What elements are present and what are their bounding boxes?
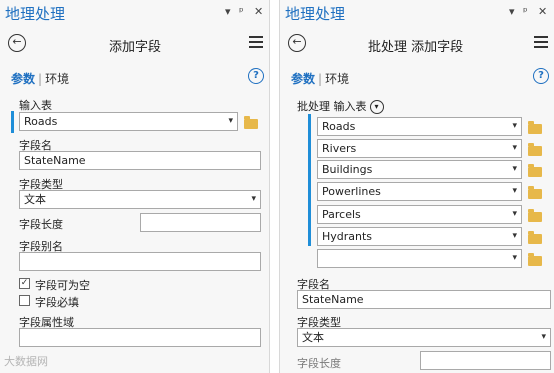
folder-icon[interactable] bbox=[528, 209, 542, 222]
left-pin-icon[interactable]: ᵖ bbox=[239, 5, 244, 18]
field-type-select[interactable]: 文本 ▾ bbox=[19, 190, 261, 209]
batch-item[interactable]: Parcels ▾ bbox=[317, 205, 522, 224]
hamburger-menu-icon[interactable] bbox=[249, 36, 263, 49]
chevron-down-icon[interactable]: ▾ bbox=[512, 206, 517, 223]
right-titlebar: 地理处理 ▾ ᵖ ✕ bbox=[280, 0, 554, 26]
batch-item-empty[interactable]: ▾ bbox=[317, 249, 522, 268]
batch-item-value: Roads bbox=[322, 120, 356, 133]
left-titlebar: 地理处理 ▾ ᵖ ✕ bbox=[0, 0, 269, 26]
watermark: 大数据网 bbox=[4, 355, 48, 368]
batch-required-indicator bbox=[308, 114, 311, 246]
field-name-value: StateName bbox=[302, 293, 364, 306]
left-tool-title: 添加字段 bbox=[109, 40, 162, 55]
batch-item[interactable]: Roads ▾ bbox=[317, 117, 522, 136]
input-table-field[interactable]: Roads ▾ bbox=[19, 112, 238, 131]
folder-icon[interactable] bbox=[528, 121, 542, 134]
required-indicator bbox=[11, 111, 14, 133]
field-type-value: 文本 bbox=[24, 193, 46, 206]
field-type-value: 文本 bbox=[302, 331, 324, 344]
chevron-down-icon[interactable]: ▾ bbox=[512, 183, 517, 200]
chevron-down-icon[interactable]: ▾ bbox=[512, 228, 517, 245]
left-tabs: 参数 | 环境 bbox=[11, 72, 70, 86]
field-alias-input[interactable] bbox=[19, 252, 261, 271]
nullable-label: 字段可为空 bbox=[35, 279, 90, 292]
input-table-value: Roads bbox=[24, 115, 58, 128]
field-length-label: 字段长度 bbox=[19, 218, 63, 231]
right-tool-title: 批处理 添加字段 bbox=[368, 40, 464, 55]
batch-item-value: Rivers bbox=[322, 142, 357, 155]
left-pane-options-icon[interactable]: ▾ bbox=[225, 5, 231, 18]
left-close-icon[interactable]: ✕ bbox=[254, 5, 263, 18]
tab-parameters[interactable]: 参数 bbox=[11, 72, 35, 86]
left-app-title: 地理处理 bbox=[5, 5, 66, 23]
chevron-down-icon[interactable]: ▾ bbox=[251, 191, 256, 208]
field-name-input[interactable]: StateName bbox=[297, 290, 551, 309]
help-icon[interactable]: ? bbox=[533, 68, 549, 84]
field-length-input[interactable] bbox=[420, 351, 551, 370]
batch-item[interactable]: Buildings ▾ bbox=[317, 160, 522, 179]
right-geoprocessing-pane: 地理处理 ▾ ᵖ ✕ ← 批处理 添加字段 参数 | 环境 ? 批处理 输入表 ▾ R… bbox=[279, 0, 554, 373]
right-tabs: 参数 | 环境 bbox=[291, 72, 350, 86]
batch-item[interactable]: Powerlines ▾ bbox=[317, 182, 522, 201]
right-pin-icon[interactable]: ᵖ bbox=[523, 5, 528, 18]
batch-item[interactable]: Hydrants ▾ bbox=[317, 227, 522, 246]
folder-icon[interactable] bbox=[528, 231, 542, 244]
chevron-down-icon[interactable]: ▾ bbox=[541, 329, 546, 346]
right-app-title: 地理处理 bbox=[285, 5, 346, 23]
input-table-label: 输入表 bbox=[19, 99, 52, 112]
tab-parameters[interactable]: 参数 bbox=[291, 72, 315, 86]
folder-icon[interactable] bbox=[528, 186, 542, 199]
pane-divider bbox=[271, 0, 279, 373]
field-length-input[interactable] bbox=[140, 213, 261, 232]
batch-item-value: Parcels bbox=[322, 208, 361, 221]
chevron-down-icon[interactable]: ▾ bbox=[369, 100, 384, 114]
batch-item-value: Hydrants bbox=[322, 230, 373, 243]
chevron-down-icon[interactable]: ▾ bbox=[228, 113, 233, 130]
right-tool-header: ← 批处理 添加字段 bbox=[280, 32, 554, 58]
tab-environments[interactable]: 环境 bbox=[325, 72, 349, 86]
required-label: 字段必填 bbox=[35, 296, 79, 309]
folder-icon[interactable] bbox=[244, 116, 258, 129]
tab-environments[interactable]: 环境 bbox=[45, 72, 69, 86]
right-close-icon[interactable]: ✕ bbox=[538, 5, 547, 18]
domain-input[interactable] bbox=[19, 328, 261, 347]
hamburger-menu-icon[interactable] bbox=[534, 36, 548, 49]
folder-icon[interactable] bbox=[528, 143, 542, 156]
batch-item-value: Buildings bbox=[322, 163, 373, 176]
help-icon[interactable]: ? bbox=[248, 68, 264, 84]
chevron-down-icon[interactable]: ▾ bbox=[512, 140, 517, 157]
chevron-down-icon[interactable]: ▾ bbox=[512, 250, 517, 267]
chevron-down-icon[interactable]: ▾ bbox=[512, 161, 517, 178]
back-arrow-icon[interactable]: ← bbox=[288, 34, 306, 52]
field-name-input[interactable]: StateName bbox=[19, 151, 261, 170]
left-tool-header: ← 添加字段 bbox=[0, 32, 269, 58]
right-pane-options-icon[interactable]: ▾ bbox=[509, 5, 515, 18]
chevron-down-icon[interactable]: ▾ bbox=[512, 118, 517, 135]
field-name-value: StateName bbox=[24, 154, 86, 167]
folder-icon[interactable] bbox=[528, 253, 542, 266]
back-arrow-icon[interactable]: ← bbox=[8, 34, 26, 52]
folder-icon[interactable] bbox=[528, 164, 542, 177]
nullable-checkbox[interactable]: ✓ bbox=[19, 278, 30, 289]
field-type-select[interactable]: 文本 ▾ bbox=[297, 328, 551, 347]
required-checkbox[interactable] bbox=[19, 295, 30, 306]
left-geoprocessing-pane: 地理处理 ▾ ᵖ ✕ ← 添加字段 参数 | 环境 ? 输入表 Roads ▾ 字段… bbox=[0, 0, 270, 373]
field-length-label: 字段长度 bbox=[297, 357, 341, 370]
batch-item[interactable]: Rivers ▾ bbox=[317, 139, 522, 158]
batch-input-label-text: 批处理 输入表 bbox=[297, 100, 367, 113]
batch-input-label: 批处理 输入表 ▾ bbox=[297, 98, 384, 114]
batch-item-value: Powerlines bbox=[322, 185, 381, 198]
